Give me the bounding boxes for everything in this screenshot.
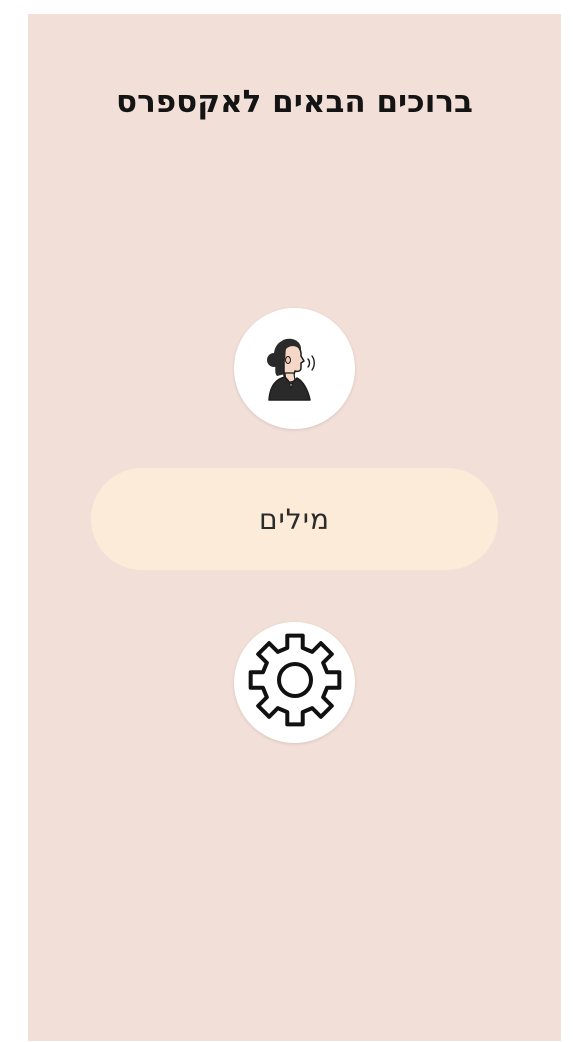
speak-button[interactable] [234, 308, 355, 429]
gear-icon [240, 625, 350, 740]
person-speaking-icon [255, 326, 335, 411]
words-button-label: מילים [258, 502, 331, 536]
words-button[interactable]: מילים [91, 468, 498, 570]
app-screen: ברוכים הבאים לאקספרס מילים [28, 14, 561, 1041]
page-title: ברוכים הבאים לאקספרס [116, 84, 473, 120]
settings-button[interactable] [234, 622, 355, 743]
